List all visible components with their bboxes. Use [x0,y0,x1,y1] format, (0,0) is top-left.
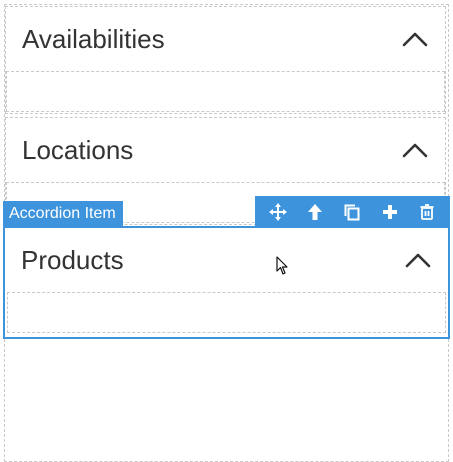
selected-element-tag: Accordion Item [3,201,123,226]
duplicate-icon [344,204,360,220]
chevron-up-icon[interactable] [402,142,428,158]
move-up-button[interactable] [303,200,327,224]
chevron-up-icon[interactable] [405,252,431,268]
add-button[interactable] [378,200,402,224]
delete-button[interactable] [415,200,439,224]
chevron-up-icon[interactable] [402,31,428,47]
accordion-item-products[interactable]: Products [3,226,450,339]
add-icon [382,204,397,219]
accordion-title: Products [21,244,124,275]
arrow-up-icon [308,203,323,220]
accordion-body[interactable] [7,292,446,333]
accordion-title: Locations [22,134,134,165]
accordion-header[interactable]: Products [5,228,448,292]
accordion-title: Availabilities [22,23,165,54]
duplicate-button[interactable] [340,200,364,224]
accordion-header[interactable]: Availabilities [6,7,445,71]
accordion-body[interactable] [6,71,445,112]
mouse-cursor-icon [276,256,288,275]
element-toolbar [255,196,450,227]
accordion-item-availabilities[interactable]: Availabilities [5,6,446,114]
trash-icon [420,203,434,220]
move-button[interactable] [266,200,290,224]
move-icon [268,202,287,221]
accordion-header[interactable]: Locations [6,118,445,182]
